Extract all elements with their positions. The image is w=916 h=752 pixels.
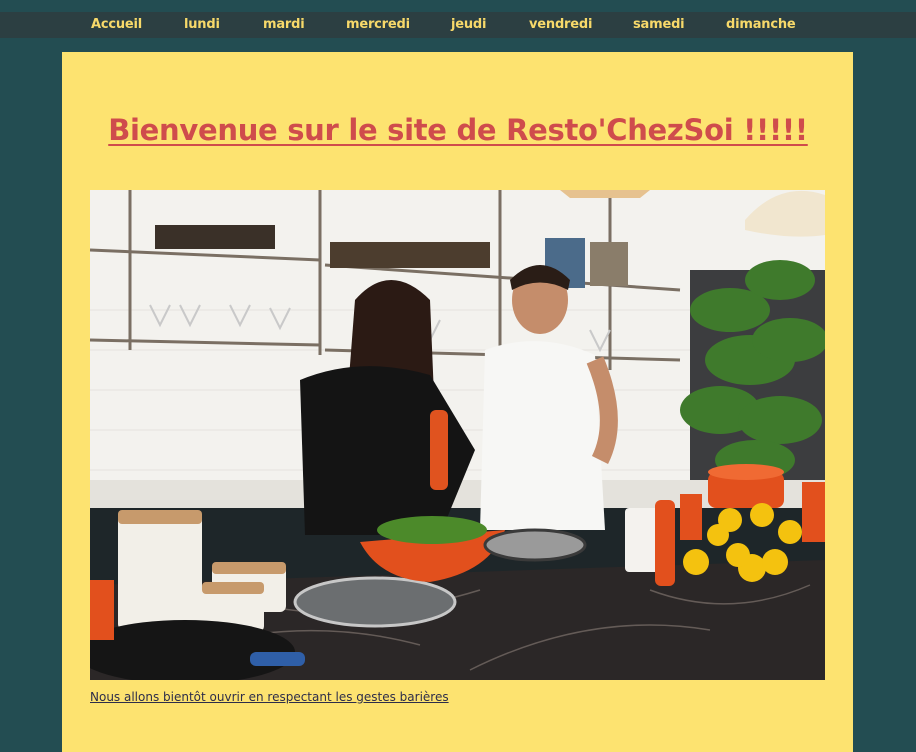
nav-link-mercredi[interactable]: mercredi <box>346 16 410 34</box>
nav-link-vendredi[interactable]: vendredi <box>529 16 592 34</box>
nav-link-mardi[interactable]: mardi <box>263 16 305 34</box>
nav-link-dimanche[interactable]: dimanche <box>726 16 796 34</box>
reopening-notice-link[interactable]: Nous allons bientôt ouvrir en respectant… <box>90 690 449 704</box>
nav-link-lundi[interactable]: lundi <box>184 16 220 34</box>
nav-link-samedi[interactable]: samedi <box>633 16 685 34</box>
top-navigation: Accueil lundi mardi mercredi jeudi vendr… <box>0 12 916 38</box>
nav-link-accueil[interactable]: Accueil <box>91 16 142 34</box>
kitchen-hero-image <box>90 190 825 680</box>
page-title[interactable]: Bienvenue sur le site de Resto'ChezSoi !… <box>0 113 916 147</box>
nav-link-jeudi[interactable]: jeudi <box>451 16 486 34</box>
